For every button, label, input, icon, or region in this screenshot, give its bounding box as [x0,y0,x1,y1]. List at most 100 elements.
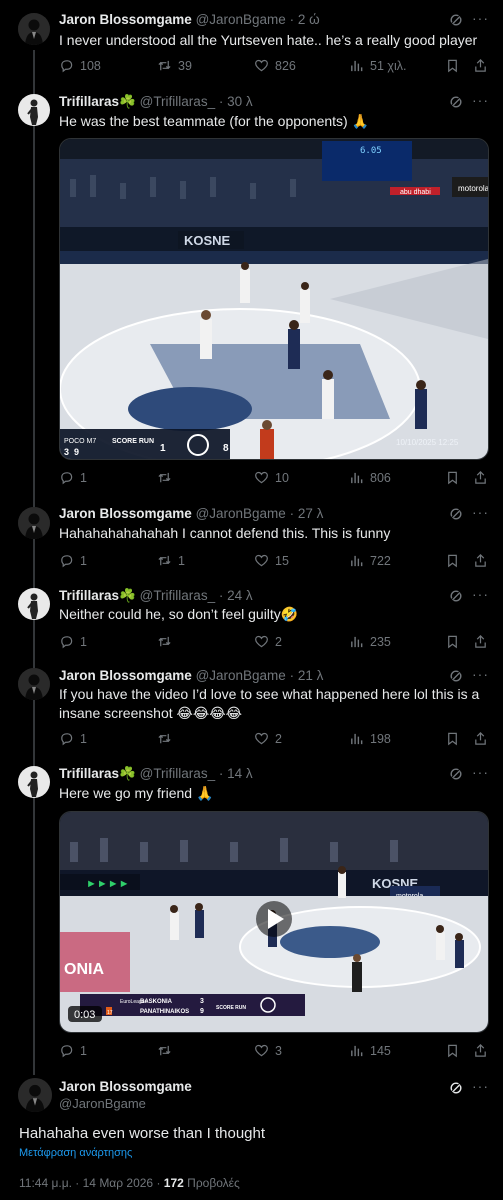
avatar-trifillaras[interactable] [18,94,50,126]
tweet-5[interactable]: Jaron Blossomgame @JaronBgame · 21 λ ···… [0,660,503,760]
reply-button[interactable]: 1 [59,1043,87,1058]
translate-link[interactable]: Μετάφραση ανάρτησης [19,1147,132,1159]
views-button[interactable]: 145 [349,1043,391,1058]
author-name[interactable]: Jaron Blossomgame [59,668,192,683]
like-button[interactable]: 10 [254,470,289,485]
tweet-4[interactable]: Trifillaras☘️ @Trifillaras_ · 24 λ ··· N… [0,580,503,660]
tweet-video[interactable]: ►►►► KOSNE motorola ONIA EuroLeague BASK… [59,811,489,1033]
author-name[interactable]: Trifillaras☘️ [59,588,136,603]
like-button[interactable]: 3 [254,1043,282,1058]
share-button[interactable] [473,553,488,568]
timestamp[interactable]: · 2 ώ [290,12,320,27]
share-icon [475,59,486,72]
avatar-trifillaras[interactable] [18,588,50,620]
share-button[interactable] [473,1043,488,1058]
author-name[interactable]: Jaron Blossomgame [59,506,192,521]
more-icon[interactable]: ··· [472,586,489,602]
retweet-button[interactable] [157,634,178,649]
reply-icon [61,1045,73,1058]
grok-icon[interactable] [449,13,463,27]
author-name[interactable]: Jaron Blossomgame [59,12,192,27]
like-button[interactable]: 2 [254,731,282,746]
timestamp[interactable]: · 21 λ [290,668,324,683]
avatar-trifillaras[interactable] [18,766,50,798]
main-author-handle[interactable]: @JaronBgame [59,1096,146,1111]
like-button[interactable]: 2 [254,634,282,649]
tweet-2[interactable]: Trifillaras☘️ @Trifillaras_ · 30 λ ··· H… [0,88,503,493]
grok-icon[interactable] [449,507,463,521]
bookmark-button[interactable] [445,58,460,73]
like-button[interactable]: 15 [254,553,289,568]
author-handle[interactable]: @Trifillaras_ [140,766,215,781]
author-name[interactable]: Trifillaras☘️ [59,94,136,109]
reply-button[interactable]: 1 [59,731,87,746]
author-handle[interactable]: @JaronBgame [196,668,286,683]
timestamp[interactable]: · 27 λ [290,506,324,521]
views-button[interactable]: 806 [349,470,391,485]
share-button[interactable] [473,470,488,485]
quarter-badge: 17 [107,1010,113,1016]
share-icon [475,635,486,648]
tweet-image[interactable]: 6.05 abu dhabi motorola KOSNE POCO M7 3 … [59,138,489,460]
retweet-button[interactable]: 1 [157,553,185,568]
author-handle[interactable]: @Trifillaras_ [140,94,215,109]
post-time[interactable]: 11:44 μ.μ. · 14 Μαρ 2026 · [19,1176,164,1190]
bookmark-button[interactable] [445,731,460,746]
bookmark-button[interactable] [445,553,460,568]
timestamp[interactable]: · 14 λ [219,766,253,781]
bookmark-icon [448,471,457,485]
like-count: 2 [275,731,282,746]
bookmark-button[interactable] [445,1043,460,1058]
views-button[interactable]: 235 [349,634,391,649]
reply-button[interactable]: 1 [59,470,87,485]
reply-button[interactable]: 1 [59,553,87,568]
more-icon[interactable]: ··· [472,10,489,26]
retweet-icon [158,1045,171,1056]
tweet-6[interactable]: Trifillaras☘️ @Trifillaras_ · 14 λ ··· H… [0,760,503,1070]
views-button[interactable]: 722 [349,553,391,568]
grok-icon[interactable] [449,669,463,683]
timestamp[interactable]: · 24 λ [219,588,253,603]
tweet-1[interactable]: Jaron Blossomgame @JaronBgame · 2 ώ ··· … [0,0,503,88]
grok-icon[interactable] [449,95,463,109]
avatar-jaron[interactable] [18,13,50,45]
share-button[interactable] [473,58,488,73]
like-button[interactable]: 826 [254,58,296,73]
share-button[interactable] [473,731,488,746]
avatar-jaron[interactable] [18,1078,52,1112]
heart-icon [255,59,268,72]
retweet-button[interactable]: 39 [157,58,192,73]
more-icon[interactable]: ··· [472,1078,489,1094]
grok-icon[interactable] [449,589,463,603]
reply-count: 1 [80,634,87,649]
avatar-jaron[interactable] [18,668,50,700]
retweet-button[interactable] [157,731,178,746]
more-icon[interactable]: ··· [472,504,489,520]
author-handle[interactable]: @Trifillaras_ [140,588,215,603]
avatar-jaron[interactable] [18,507,50,539]
grok-icon[interactable] [449,767,463,781]
views-button[interactable]: 51 χιλ. [349,58,406,73]
share-button[interactable] [473,634,488,649]
like-count: 826 [275,58,296,73]
author-handle[interactable]: @JaronBgame [196,506,286,521]
author-name[interactable]: Trifillaras☘️ [59,766,136,781]
author-handle[interactable]: @JaronBgame [196,12,286,27]
retweet-button[interactable] [157,470,178,485]
bookmark-button[interactable] [445,634,460,649]
grok-icon[interactable] [449,1081,463,1095]
more-icon[interactable]: ··· [472,764,489,780]
reply-button[interactable]: 1 [59,634,87,649]
reply-button[interactable]: 108 [59,58,101,73]
more-icon[interactable]: ··· [472,92,489,108]
device-watermark: POCO M7 [64,438,96,445]
basketball-photo: 6.05 abu dhabi motorola KOSNE POCO M7 3 … [60,139,488,459]
views-button[interactable]: 198 [349,731,391,746]
more-icon[interactable]: ··· [472,666,489,682]
heart-icon [255,554,268,567]
timestamp[interactable]: · 30 λ [219,94,253,109]
main-author-name[interactable]: Jaron Blossomgame [59,1079,192,1094]
retweet-button[interactable] [157,1043,178,1058]
bookmark-button[interactable] [445,470,460,485]
tweet-3[interactable]: Jaron Blossomgame @JaronBgame · 27 λ ···… [0,497,503,582]
